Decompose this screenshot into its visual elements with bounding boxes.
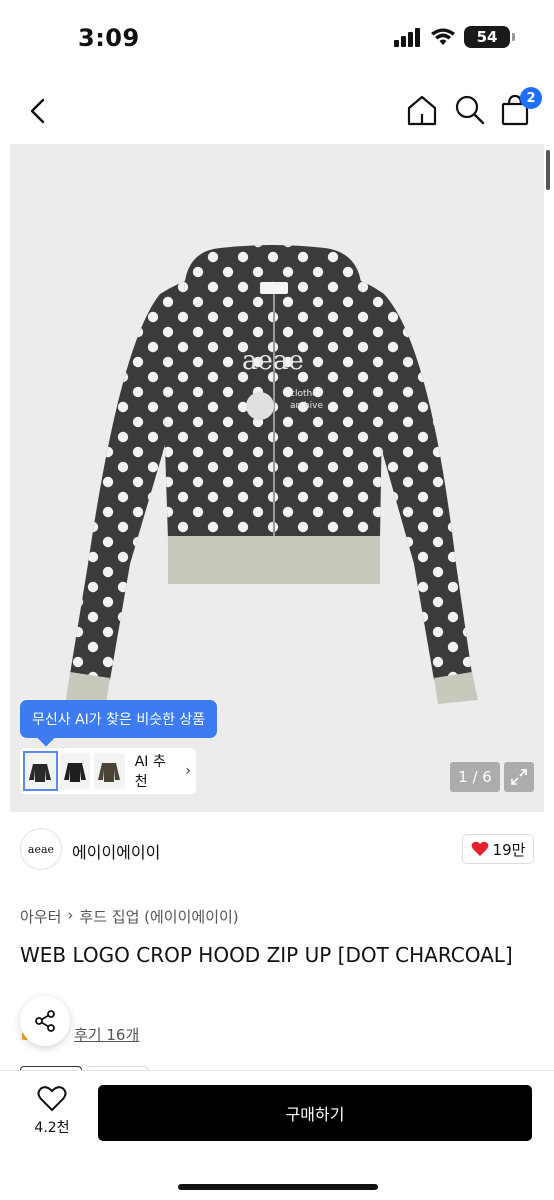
ai-thumb-2[interactable] xyxy=(59,753,91,789)
search-button[interactable] xyxy=(452,92,488,128)
expand-image-button[interactable] xyxy=(504,762,534,792)
review-count-link[interactable]: 후기 16개 xyxy=(74,1024,139,1045)
svg-text:clothes: clothes xyxy=(290,389,323,399)
wifi-icon xyxy=(431,28,455,45)
home-button[interactable] xyxy=(404,92,440,128)
battery-level: 54 xyxy=(476,28,498,46)
cellular-signal-icon xyxy=(394,28,420,47)
nav-bar: 2 xyxy=(0,80,554,140)
ai-recommend-card[interactable]: AI 추천 › xyxy=(20,748,196,794)
ai-recommend-label: AI 추천 xyxy=(134,754,166,790)
svg-text:archive: archive xyxy=(290,401,323,411)
heart-filled-icon xyxy=(471,841,488,856)
hoodie-thumb-icon xyxy=(29,764,52,782)
brand-logo[interactable]: aeae xyxy=(20,828,62,870)
image-page-counter: 1 / 6 xyxy=(450,762,500,792)
breadcrumb: 아우터 › 후드 집업 (에이이에이이) xyxy=(20,906,239,927)
share-button[interactable] xyxy=(20,996,70,1046)
share-icon xyxy=(35,1010,55,1032)
breadcrumb-subcategory[interactable]: 후드 집업 (에이이에이이) xyxy=(79,906,238,927)
expand-icon xyxy=(511,769,527,785)
status-bar: 3:09 54 xyxy=(0,0,554,78)
chest-logo-text: aeae xyxy=(242,346,304,376)
back-button[interactable] xyxy=(22,94,56,128)
brand-row[interactable]: aeae 에이이에이이 19만 xyxy=(20,828,534,872)
chevron-left-icon xyxy=(30,98,45,124)
chevron-right-icon: › xyxy=(185,763,191,779)
brand-like-count: 19만 xyxy=(492,840,526,859)
ai-thumb-1[interactable] xyxy=(23,751,58,791)
heart-outline-icon xyxy=(37,1086,67,1112)
ai-similar-tooltip: 무신사 AI가 찾은 비슷한 상품 xyxy=(20,700,218,738)
brand-like-button[interactable]: 19만 xyxy=(462,834,534,864)
breadcrumb-category[interactable]: 아우터 xyxy=(20,906,61,927)
bottom-action-bar: 4.2천 구매하기 xyxy=(0,1070,554,1200)
status-time: 3:09 xyxy=(78,24,140,52)
scroll-indicator xyxy=(546,150,550,190)
buy-button[interactable]: 구매하기 xyxy=(98,1085,532,1141)
hoodie-thumb-icon xyxy=(98,763,121,782)
cart-button[interactable]: 2 xyxy=(498,87,542,128)
wishlist-count: 4.2천 xyxy=(34,1120,70,1136)
battery-icon: 54 xyxy=(464,26,515,48)
brand-name[interactable]: 에이이에이이 xyxy=(72,839,160,863)
home-indicator xyxy=(178,1184,378,1190)
product-title: WEB LOGO CROP HOOD ZIP UP [DOT CHARCOAL] xyxy=(20,943,513,967)
hoodie-thumb-icon xyxy=(63,763,86,782)
status-icons: 54 xyxy=(394,26,515,48)
home-icon xyxy=(407,95,437,126)
ai-thumb-3[interactable] xyxy=(94,753,125,789)
chevron-right-icon: › xyxy=(67,906,74,924)
search-icon xyxy=(455,95,485,125)
wishlist-button[interactable]: 4.2천 xyxy=(24,1085,80,1145)
cart-count-badge: 2 xyxy=(520,87,542,109)
